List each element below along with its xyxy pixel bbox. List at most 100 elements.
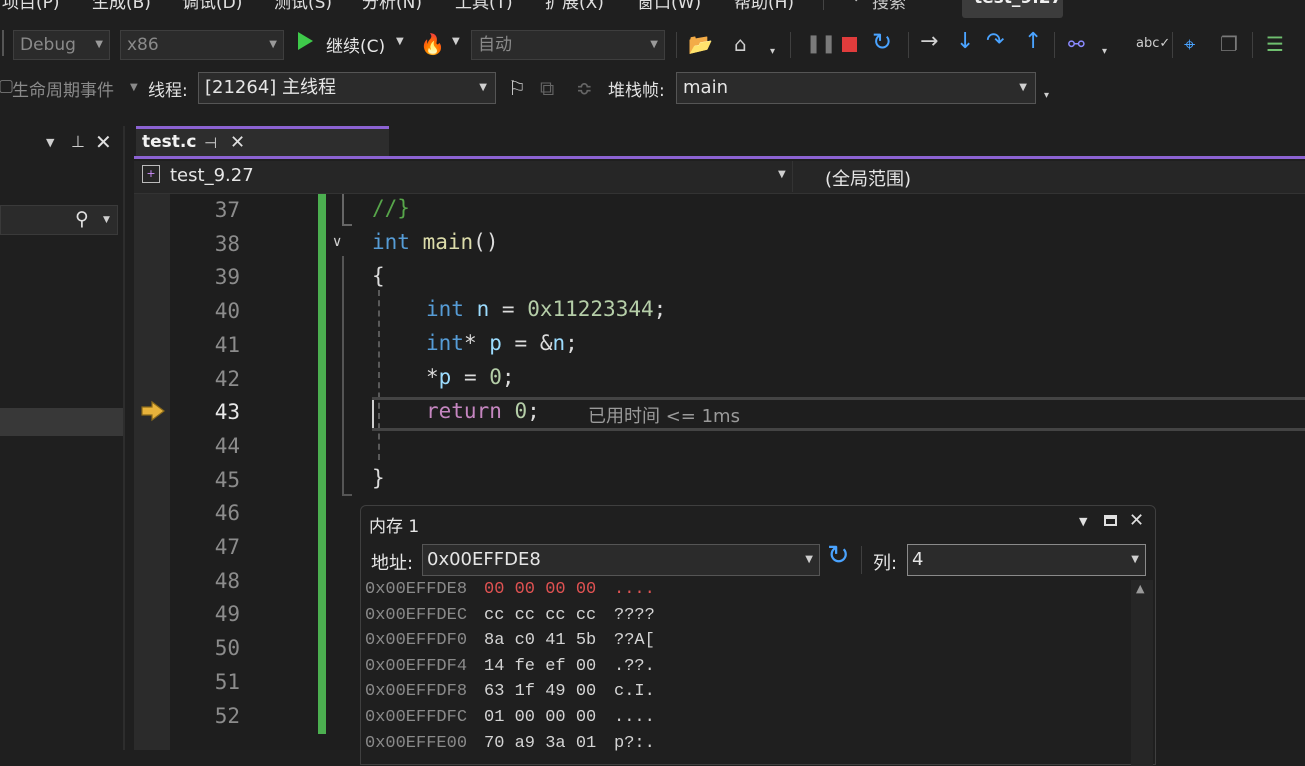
- memory-row-bytes[interactable]: 8a c0 41 5b: [484, 631, 596, 650]
- code-line-38: int main(): [372, 230, 499, 254]
- memory-row-bytes[interactable]: 14 fe ef 00: [484, 657, 596, 676]
- indent-guide: [378, 290, 380, 460]
- line-number: 45: [214, 467, 240, 492]
- show-next-statement-icon[interactable]: →: [920, 30, 938, 54]
- app-icon[interactable]: ⌂: [734, 32, 747, 56]
- search-icon[interactable]: →: [846, 0, 860, 8]
- diagnostics-icon[interactable]: ⚯: [1068, 32, 1085, 56]
- global-scope-select[interactable]: (全局范围): [792, 161, 1305, 192]
- memory-row-ascii[interactable]: ....: [614, 580, 655, 599]
- memory-row-ascii[interactable]: ??A[: [614, 631, 655, 650]
- refresh-icon[interactable]: ↻: [827, 540, 850, 571]
- configuration-select[interactable]: Debug ▼: [13, 30, 110, 60]
- step-into-icon[interactable]: ↓: [956, 30, 974, 54]
- code-line-37: //}: [372, 196, 410, 220]
- memory-row-ascii[interactable]: .??.: [614, 657, 655, 676]
- menu-window[interactable]: 窗口(W): [637, 0, 701, 13]
- address-label: 地址:: [371, 553, 414, 574]
- collapse-chevron-icon[interactable]: ∨: [332, 234, 342, 250]
- toolbar-separator: [1172, 32, 1173, 58]
- thread-select[interactable]: [21264] 主线程 ▼: [198, 72, 496, 104]
- tab-test-c[interactable]: test.c ⊣ ✕: [136, 126, 389, 156]
- left-tool-panel: ▼ ⊥ ✕ ⚲ ▼: [0, 126, 125, 750]
- folder-search-icon[interactable]: 📂: [688, 32, 713, 56]
- chevron-down-icon: ▼: [95, 39, 103, 50]
- chevron-down-icon[interactable]: ▼: [46, 136, 54, 149]
- debug-location-bar: ▢ 生命周期事件 ▼ 线程: [21264] 主线程 ▼ ⚐ ⧉ ≎ 堆栈帧: …: [0, 70, 1305, 106]
- auto-select[interactable]: 自动 ▼: [471, 30, 665, 60]
- menu-debug[interactable]: 调试(D): [182, 0, 242, 13]
- scroll-up-icon[interactable]: ▲: [1136, 582, 1144, 595]
- chevron-down-icon: ▼: [805, 554, 813, 565]
- line-number: 40: [214, 299, 240, 324]
- memory-row-ascii[interactable]: ????: [614, 606, 655, 625]
- address-input[interactable]: 0x00EFFDE8 ▼: [422, 544, 820, 576]
- line-number: 44: [214, 433, 240, 458]
- continue-dropdown-icon[interactable]: ▼: [396, 36, 404, 47]
- memory-row-bytes[interactable]: cc cc cc cc: [484, 606, 596, 625]
- menu-extensions[interactable]: 扩展(X): [545, 0, 604, 13]
- hot-reload-dropdown-icon[interactable]: ▼: [452, 36, 460, 47]
- line-number: 39: [214, 265, 240, 290]
- chevron-down-icon: ▼: [479, 82, 487, 93]
- chevron-down-icon: ▼: [778, 169, 786, 180]
- memory-row-ascii[interactable]: ....: [614, 708, 655, 727]
- chevron-down-icon[interactable]: ▼: [1079, 515, 1087, 528]
- memory-row-bytes[interactable]: 63 1f 49 00: [484, 682, 596, 701]
- solution-title: test_9.27: [962, 0, 1063, 18]
- project-icon: +: [142, 165, 160, 183]
- menu-build[interactable]: 生成(B): [92, 0, 151, 13]
- project-scope-select[interactable]: + test_9.27 ▼: [138, 161, 788, 192]
- pin-icon[interactable]: ⊥: [71, 132, 85, 151]
- memory-rows[interactable]: 0x00EFFDE8 00 00 00 00.... 0x00EFFDEC cc cc…: [365, 580, 1125, 766]
- left-panel-search[interactable]: ⚲ ▼: [0, 205, 118, 235]
- restart-icon[interactable]: ↻: [872, 30, 892, 54]
- menu-project[interactable]: 项目(P): [2, 0, 60, 13]
- line-number: 47: [214, 535, 240, 559]
- columns-select[interactable]: 4 ▼: [907, 544, 1146, 576]
- memory-scrollbar[interactable]: ▲: [1131, 580, 1153, 766]
- outline-guide: [342, 256, 344, 494]
- pause-icon[interactable]: ❚❚: [806, 32, 836, 56]
- elapsed-time-hint[interactable]: 已用时间 <= 1ms: [588, 402, 740, 428]
- stop-icon[interactable]: [842, 37, 857, 52]
- menu-help[interactable]: 帮助(H): [734, 0, 794, 13]
- copy-icon[interactable]: ❐: [1220, 32, 1238, 56]
- lifecycle-events-button[interactable]: 生命周期事件: [12, 76, 114, 101]
- menu-analyze[interactable]: 分析(N): [362, 0, 422, 13]
- menu-tools[interactable]: 工具(T): [455, 0, 513, 13]
- overflow-icon[interactable]: ▾: [1044, 90, 1049, 101]
- menu-divider: [823, 0, 824, 10]
- indicator-margin[interactable]: [134, 194, 170, 750]
- memory-row-bytes[interactable]: 00 00 00 00: [484, 580, 596, 599]
- close-icon[interactable]: ✕: [1129, 510, 1144, 531]
- current-statement-arrow-icon: [140, 400, 166, 427]
- step-out-icon[interactable]: ↑: [1024, 30, 1042, 54]
- platform-select[interactable]: x86 ▼: [120, 30, 284, 60]
- close-icon[interactable]: ✕: [230, 132, 245, 153]
- toolbar-separator: [1252, 32, 1253, 58]
- line-number: 41: [214, 332, 240, 357]
- indent-icon[interactable]: ☰: [1266, 32, 1284, 56]
- memory-row-bytes[interactable]: 01 00 00 00: [484, 708, 596, 727]
- chevron-down-icon[interactable]: ▼: [130, 82, 138, 93]
- close-icon[interactable]: ✕: [95, 130, 112, 154]
- maximize-icon[interactable]: [1104, 515, 1117, 526]
- outline-guide-end: [342, 494, 352, 496]
- menu-test[interactable]: 测试(S): [274, 0, 332, 13]
- threads-icon[interactable]: ⧉: [540, 76, 554, 100]
- menu-search[interactable]: 搜索: [872, 0, 906, 13]
- overflow-icon[interactable]: ▾: [770, 46, 775, 57]
- hot-reload-icon[interactable]: 🔥: [420, 32, 445, 56]
- toolbar-separator: [790, 32, 791, 58]
- pin-icon[interactable]: ⊣: [204, 134, 217, 152]
- flag-icon[interactable]: ⚐: [508, 76, 526, 100]
- memory-row-ascii[interactable]: c.I.: [614, 682, 655, 701]
- select-icon[interactable]: ⌖: [1184, 32, 1195, 56]
- spellcheck-icon[interactable]: abc✓: [1136, 32, 1170, 56]
- overflow-icon[interactable]: ▾: [1102, 46, 1107, 57]
- parallel-stacks-icon[interactable]: ≎: [576, 76, 593, 100]
- left-panel-selected-item[interactable]: [0, 408, 123, 436]
- stack-frame-select[interactable]: main ▼: [676, 72, 1036, 104]
- step-over-icon[interactable]: ↷: [986, 30, 1004, 54]
